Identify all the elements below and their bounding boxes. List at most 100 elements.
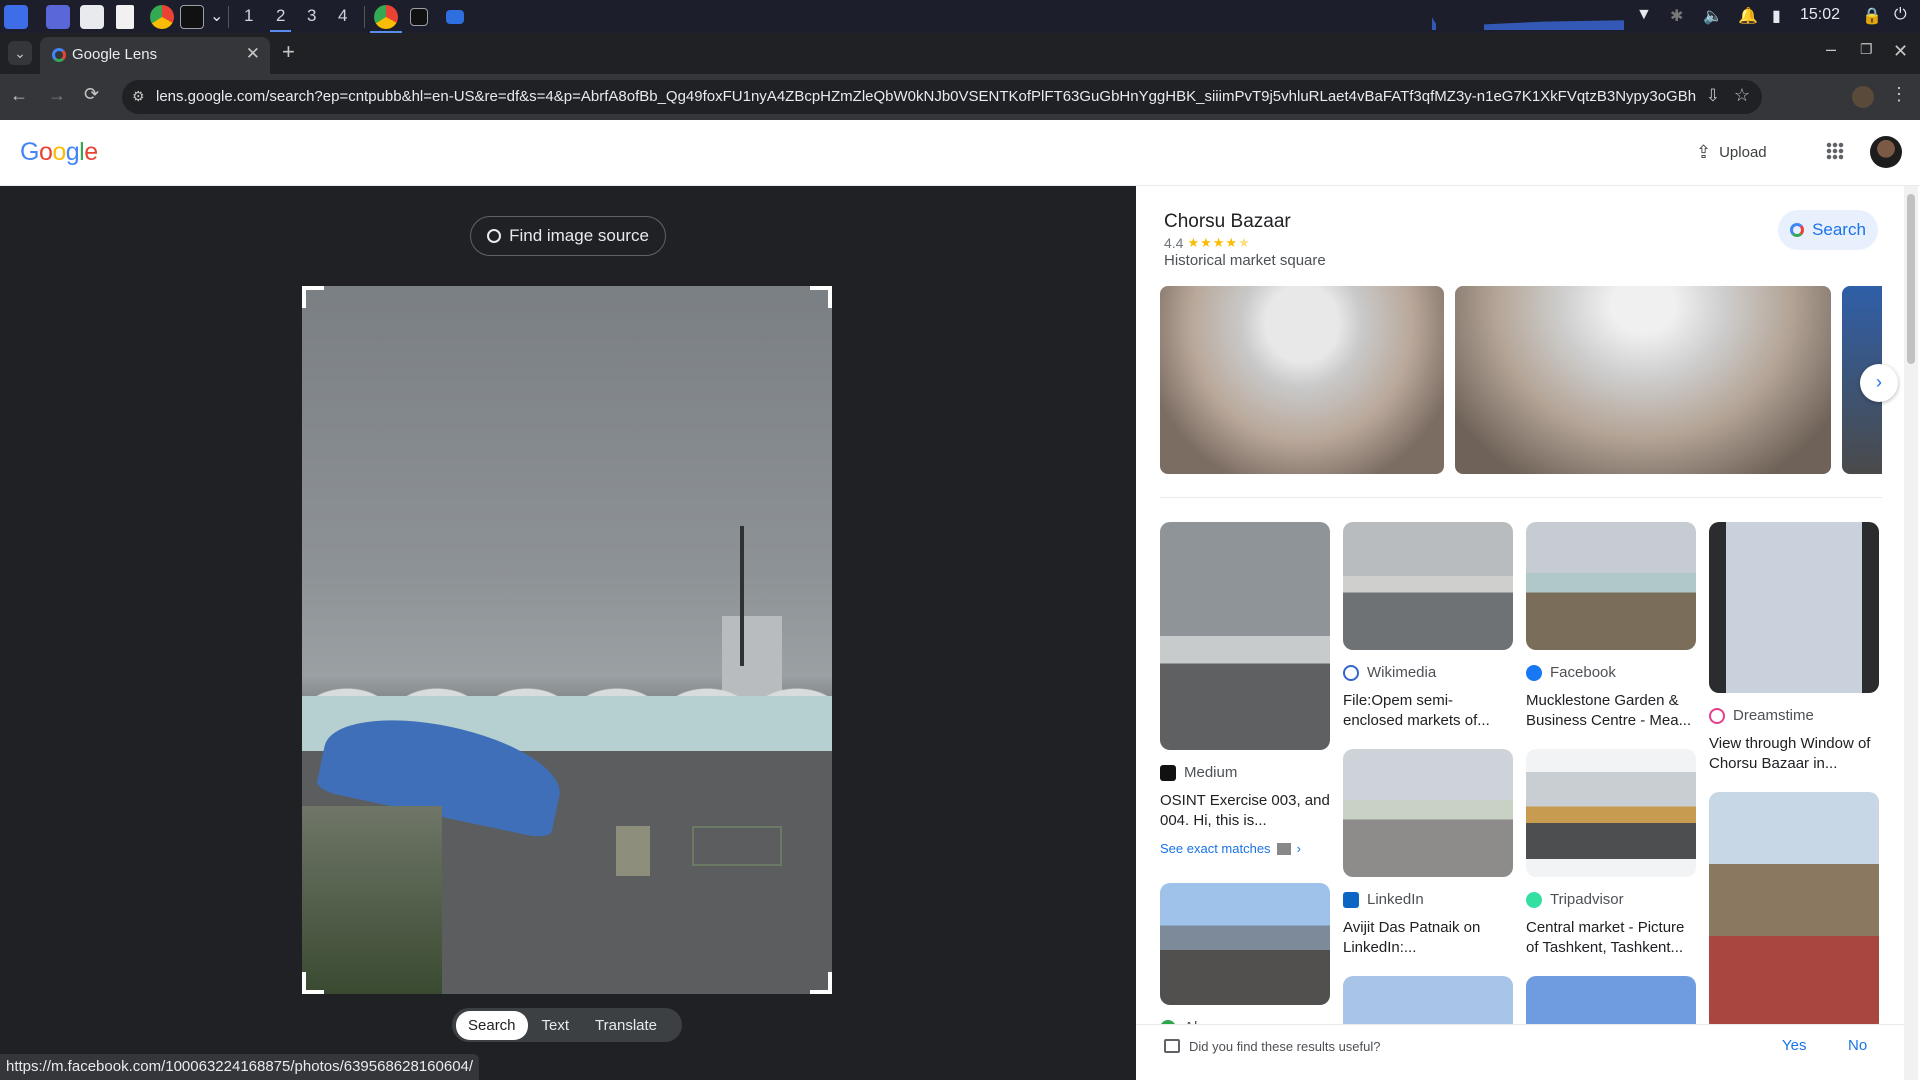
lock-icon[interactable]: 🔒	[1862, 6, 1882, 26]
cpu-graph	[1424, 17, 1624, 30]
place-rating-row: 4.4 ★★★★★	[1164, 235, 1251, 251]
facebook-logo-icon	[1526, 664, 1542, 681]
see-exact-matches-link[interactable]: See exact matches ›	[1160, 841, 1330, 856]
result-thumb-video[interactable]	[1709, 792, 1879, 1032]
lens-mode-bar: Search Text Translate	[452, 1008, 682, 1042]
place-photo-2[interactable]	[1455, 286, 1831, 474]
crop-corner-tr[interactable]	[810, 286, 832, 308]
result-card-facebook[interactable]: Facebook Mucklestone Garden & Business C…	[1526, 522, 1696, 731]
result-title: Avijit Das Patnaik on LinkedIn:...	[1343, 919, 1481, 956]
result-source: Dreamstime	[1709, 707, 1879, 724]
chrome-icon[interactable]	[150, 5, 174, 29]
divider	[228, 6, 229, 28]
notification-bell-icon[interactable]: 🔔	[1738, 6, 1758, 26]
app-launcher-icon[interactable]	[4, 5, 28, 29]
google-favicon-icon	[52, 48, 66, 62]
new-tab-icon[interactable]: +	[282, 39, 295, 65]
wikimedia-logo-icon	[1343, 664, 1359, 681]
browser-menu-icon[interactable]: ⋮	[1890, 84, 1908, 105]
result-source-name: Medium	[1184, 764, 1238, 781]
result-card-alamy[interactable]: Alamy	[1160, 883, 1330, 1036]
crop-corner-tl[interactable]	[302, 286, 324, 308]
desktop-icon[interactable]	[46, 5, 70, 29]
place-photo-1[interactable]	[1160, 286, 1444, 474]
result-source: Medium	[1160, 764, 1330, 781]
chrome-window-icon[interactable]	[374, 5, 398, 29]
crop-corner-bl[interactable]	[302, 972, 324, 994]
result-card-wikimedia[interactable]: Wikimedia File:Opem semi-enclosed market…	[1343, 522, 1513, 731]
os-taskbar: ⌄ 1 2 3 4 ▼ ✱ 🔈 🔔 ▮ 15:02 🔒 ⏻	[0, 0, 1920, 33]
upload-button[interactable]: ⇪ Upload	[1696, 142, 1767, 163]
find-image-source-label: Find image source	[509, 226, 649, 245]
workspace-2[interactable]: 2	[269, 6, 293, 32]
terminal-window-icon[interactable]	[410, 8, 428, 26]
result-source-name: Dreamstime	[1733, 707, 1814, 724]
bluetooth-icon[interactable]: ✱	[1670, 6, 1683, 26]
feedback-no-button[interactable]: No	[1848, 1037, 1867, 1054]
clock[interactable]: 15:02	[1800, 6, 1840, 24]
minimize-icon[interactable]: –	[1826, 39, 1836, 60]
document-icon[interactable]	[116, 5, 134, 29]
close-window-icon[interactable]: ✕	[1893, 41, 1908, 62]
result-card-dreamstime[interactable]: Dreamstime View through Window of Chorsu…	[1709, 522, 1879, 774]
result-card-linkedin[interactable]: LinkedIn Avijit Das Patnaik on LinkedIn:…	[1343, 749, 1513, 958]
tab-search-chevron-icon[interactable]: ⌄	[8, 41, 32, 65]
scrollbar-thumb[interactable]	[1907, 194, 1915, 364]
workspace-4[interactable]: 4	[338, 6, 347, 26]
result-thumb	[1160, 522, 1330, 750]
apps-grid-icon[interactable]	[1826, 142, 1844, 160]
workspace-1[interactable]: 1	[244, 6, 253, 26]
feedback-yes-button[interactable]: Yes	[1782, 1037, 1806, 1054]
account-avatar[interactable]	[1870, 136, 1902, 168]
mode-search[interactable]: Search	[456, 1010, 528, 1040]
install-app-icon[interactable]: ⇩	[1706, 86, 1720, 106]
photo-stall-left	[302, 806, 442, 994]
back-arrow-icon[interactable]: ←	[10, 85, 28, 106]
result-title: OSINT Exercise 003, and 004. Hi, this is…	[1160, 792, 1330, 829]
terminal-icon[interactable]	[180, 5, 204, 29]
profile-avatar[interactable]	[1852, 86, 1874, 108]
tab-strip: ⌄ Google Lens ✕ + – ❐ ✕	[0, 33, 1920, 74]
photo-light-pole	[740, 526, 744, 666]
file-manager-icon[interactable]	[80, 5, 104, 29]
result-source-name: Wikimedia	[1367, 664, 1437, 681]
upload-icon: ⇪	[1696, 142, 1712, 162]
query-photo-market[interactable]	[302, 286, 832, 994]
find-image-source-button[interactable]: Find image source	[470, 216, 666, 256]
result-thumb	[1343, 749, 1513, 877]
tab-title: Google Lens	[72, 46, 158, 63]
result-thumb	[1160, 883, 1330, 1005]
battery-icon[interactable]: ▮	[1772, 6, 1781, 26]
feedback-bar: Did you find these results useful? Yes N…	[1136, 1024, 1904, 1080]
google-logo[interactable]: Google	[20, 138, 98, 167]
result-source-name: LinkedIn	[1367, 891, 1424, 908]
address-bar[interactable]: ⚙ lens.google.com/search?ep=cntpubb&hl=e…	[122, 80, 1762, 114]
bookmark-star-icon[interactable]: ☆	[1734, 85, 1750, 106]
power-icon[interactable]: ⏻	[1894, 6, 1907, 24]
forward-arrow-icon[interactable]: →	[48, 85, 66, 106]
mode-text[interactable]: Text	[530, 1011, 582, 1040]
results-scrollbar[interactable]	[1904, 186, 1918, 1080]
workspace-3[interactable]: 3	[307, 6, 316, 26]
mode-translate[interactable]: Translate	[583, 1011, 669, 1040]
linkedin-logo-icon	[1343, 891, 1359, 908]
url-text: lens.google.com/search?ep=cntpubb&hl=en-…	[156, 88, 1696, 105]
wifi-icon[interactable]: ▼	[1636, 6, 1652, 24]
volume-icon[interactable]: 🔈	[1703, 6, 1723, 26]
carousel-next-icon[interactable]: ›	[1860, 364, 1898, 402]
result-card-medium[interactable]: Medium OSINT Exercise 003, and 004. Hi, …	[1160, 522, 1330, 856]
result-source-name: Tripadvisor	[1550, 891, 1624, 908]
place-category: Historical market square	[1164, 252, 1326, 269]
reload-icon[interactable]: ⟳	[84, 84, 99, 105]
place-name[interactable]: Chorsu Bazaar	[1164, 211, 1291, 233]
maximize-icon[interactable]: ❐	[1860, 41, 1873, 58]
chevron-down-icon[interactable]: ⌄	[210, 6, 223, 26]
dreamstime-logo-icon	[1709, 707, 1725, 724]
crop-corner-br[interactable]	[810, 972, 832, 994]
tab-google-lens[interactable]: Google Lens ✕	[40, 37, 270, 74]
result-card-tripadvisor[interactable]: Tripadvisor Central market - Picture of …	[1526, 749, 1696, 958]
google-search-button[interactable]: Search	[1778, 210, 1878, 250]
folder-window-icon[interactable]	[446, 10, 464, 24]
site-info-icon[interactable]: ⚙	[132, 88, 145, 105]
close-tab-icon[interactable]: ✕	[246, 44, 260, 64]
